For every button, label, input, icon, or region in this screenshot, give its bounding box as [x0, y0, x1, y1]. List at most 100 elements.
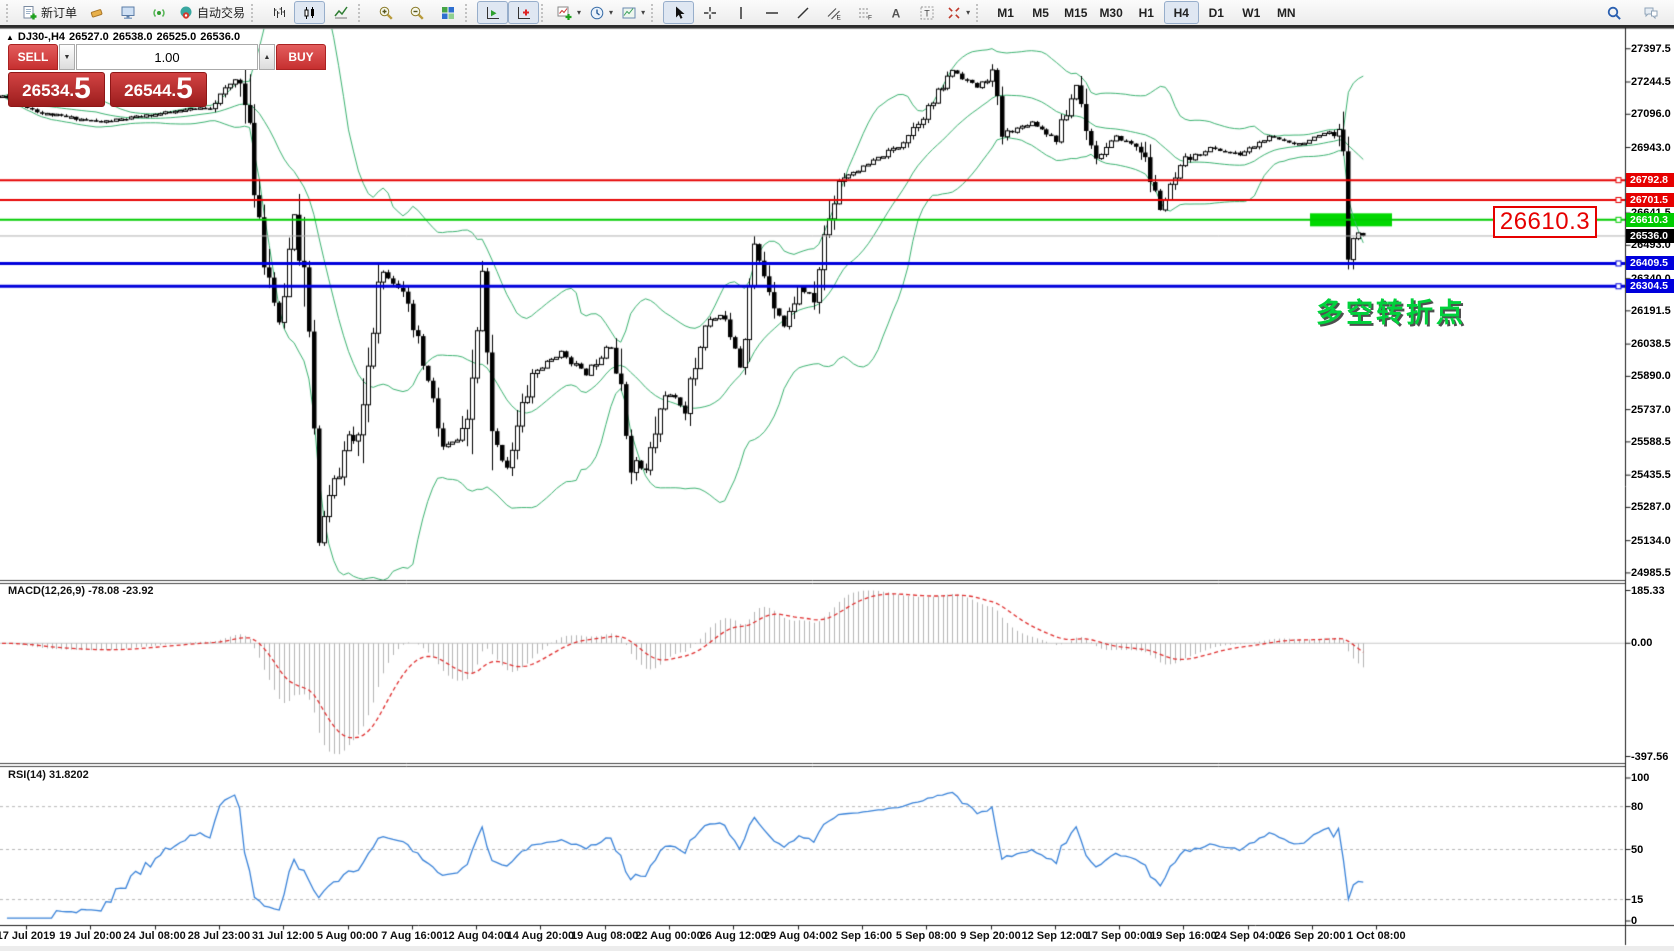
collapse-panel-icon[interactable]: ▲: [6, 33, 14, 42]
price-axis-badge: 26792.8: [1626, 173, 1674, 187]
volume-input[interactable]: [76, 44, 258, 70]
expert-advisors-button[interactable]: [112, 1, 143, 24]
tf-m5-label: M5: [1032, 6, 1049, 20]
horizontal-line-button[interactable]: [756, 1, 787, 24]
tf-m5-button[interactable]: M5: [1023, 1, 1058, 24]
auto-scroll-icon: [485, 5, 501, 21]
candlestick-mode-icon: [302, 5, 318, 21]
buy-price-box[interactable]: 26544.5: [110, 72, 207, 107]
price-axis-tick: 24985.5: [1631, 567, 1671, 579]
time-axis-label: 5 Sep 08:00: [896, 930, 957, 942]
new-chart-icon: [557, 5, 573, 21]
arrows-icon: [946, 5, 962, 21]
line-chart-mode-button[interactable]: [325, 1, 356, 24]
equidistant-channel-button[interactable]: E: [818, 1, 849, 24]
tf-m1-button[interactable]: M1: [988, 1, 1023, 24]
toolbar-grip: [6, 4, 13, 22]
cursor-button[interactable]: [663, 1, 694, 24]
rsi-axis-tick: 15: [1631, 894, 1643, 906]
buy-button[interactable]: BUY: [276, 44, 326, 70]
volume-decrease-button[interactable]: ▼: [59, 44, 75, 70]
toolbar-right-icons: [1598, 1, 1670, 24]
chart-shift-button[interactable]: [508, 1, 539, 24]
new-order-label: 新订单: [41, 4, 77, 21]
tf-m15-button[interactable]: M15: [1058, 1, 1093, 24]
new-chart-button[interactable]: ▾: [553, 1, 585, 24]
main-toolbar: 新订单 自动交易 ▾ ▾ ▾ EFAT ▾ M1 M5 M15M30H1H4D1W1MN: [0, 0, 1674, 27]
volume-increase-button[interactable]: ▲: [259, 44, 275, 70]
templates-dropdown-caret[interactable]: ▾: [641, 8, 645, 17]
sell-price-main: 26534.: [22, 78, 74, 104]
chinese-annotation-turning-point: 多空转折点: [1316, 291, 1466, 330]
price-axis-tick: 26038.5: [1631, 338, 1671, 350]
time-axis-label: 2 Sep 16:00: [832, 930, 893, 942]
toolbar-grip: [651, 4, 658, 22]
bar-chart-mode-button[interactable]: [263, 1, 294, 24]
periods-button[interactable]: ▾: [585, 1, 617, 24]
arrows-dropdown-caret[interactable]: ▾: [966, 8, 970, 17]
time-axis-label: 28 Jul 23:00: [188, 930, 250, 942]
search-button[interactable]: [1598, 1, 1629, 24]
price-axis-badge: 26610.3: [1626, 213, 1674, 227]
signals-icon: [151, 5, 167, 21]
sell-button[interactable]: SELL: [8, 44, 58, 70]
zoom-in-icon: [378, 5, 394, 21]
bar-chart-mode-icon: [271, 5, 287, 21]
fibonacci-retracement-button[interactable]: F: [849, 1, 880, 24]
price-level-callout[interactable]: 26610.3: [1493, 206, 1597, 238]
price-axis-tick: 26943.0: [1631, 142, 1671, 154]
price-chart-canvas[interactable]: [0, 0, 1674, 951]
text-icon: A: [888, 5, 904, 21]
chart-title: ▲DJ30-,H426527.026538.026525.026536.0: [6, 31, 244, 43]
rsi-indicator-label: RSI(14) 31.8202: [8, 769, 89, 781]
time-axis-label: 19 Aug 08:00: [571, 930, 638, 942]
auto-scroll-button[interactable]: [477, 1, 508, 24]
toolbar-grip: [251, 4, 258, 22]
tf-w1-button[interactable]: W1: [1234, 1, 1269, 24]
toolbar-grip: [358, 4, 365, 22]
equidistant-channel-icon: E: [826, 5, 842, 21]
eraser-button[interactable]: [81, 1, 112, 24]
buy-price-pips: 5: [176, 74, 193, 104]
chat-button[interactable]: [1635, 1, 1666, 24]
price-axis-badge: 26701.5: [1626, 193, 1674, 207]
vertical-line-button[interactable]: [725, 1, 756, 24]
arrows-button[interactable]: ▾: [942, 1, 974, 24]
auto-trading-button[interactable]: 自动交易: [174, 1, 249, 24]
text-label-button[interactable]: T: [911, 1, 942, 24]
text-button[interactable]: A: [880, 1, 911, 24]
auto-trading-icon: [178, 5, 194, 21]
tf-mn-button[interactable]: MN: [1269, 1, 1304, 24]
sell-price-box[interactable]: 26534.5: [8, 72, 105, 107]
new-chart-dropdown-caret[interactable]: ▾: [577, 8, 581, 17]
price-axis-tick: 25890.0: [1631, 370, 1671, 382]
zoom-in-button[interactable]: [370, 1, 401, 24]
candlestick-mode-button[interactable]: [294, 1, 325, 24]
one-click-trading-panel: SELL ▼ ▲ BUY 26534.5 26544.5: [8, 44, 207, 107]
price-axis-tick: 27397.5: [1631, 43, 1671, 55]
price-axis-tick: 27096.0: [1631, 108, 1671, 120]
trendline-button[interactable]: [787, 1, 818, 24]
price-axis-tick: 25737.0: [1631, 404, 1671, 416]
tf-h4-button[interactable]: H4: [1164, 1, 1199, 24]
tf-h1-button[interactable]: H1: [1129, 1, 1164, 24]
periods-dropdown-caret[interactable]: ▾: [609, 8, 613, 17]
svg-text:A: A: [891, 6, 900, 20]
symbol-period-label: DJ30-,H4: [18, 31, 65, 43]
time-axis-label: 29 Aug 04:00: [764, 930, 831, 942]
zoom-out-button[interactable]: [401, 1, 432, 24]
tile-windows-button[interactable]: [432, 1, 463, 24]
chart-shift-icon: [516, 5, 532, 21]
templates-button[interactable]: ▾: [617, 1, 649, 24]
crosshair-icon: [702, 5, 718, 21]
line-chart-mode-icon: [333, 5, 349, 21]
signals-button[interactable]: [143, 1, 174, 24]
crosshair-button[interactable]: [694, 1, 725, 24]
price-axis-tick: 25287.0: [1631, 501, 1671, 513]
macd-main-value: -78.08: [88, 585, 119, 597]
rsi-axis-tick: 50: [1631, 844, 1643, 856]
tf-d1-button[interactable]: D1: [1199, 1, 1234, 24]
tf-m30-button[interactable]: M30: [1093, 1, 1128, 24]
new-order-button[interactable]: 新订单: [18, 1, 81, 24]
buy-price-main: 26544.: [124, 78, 176, 104]
